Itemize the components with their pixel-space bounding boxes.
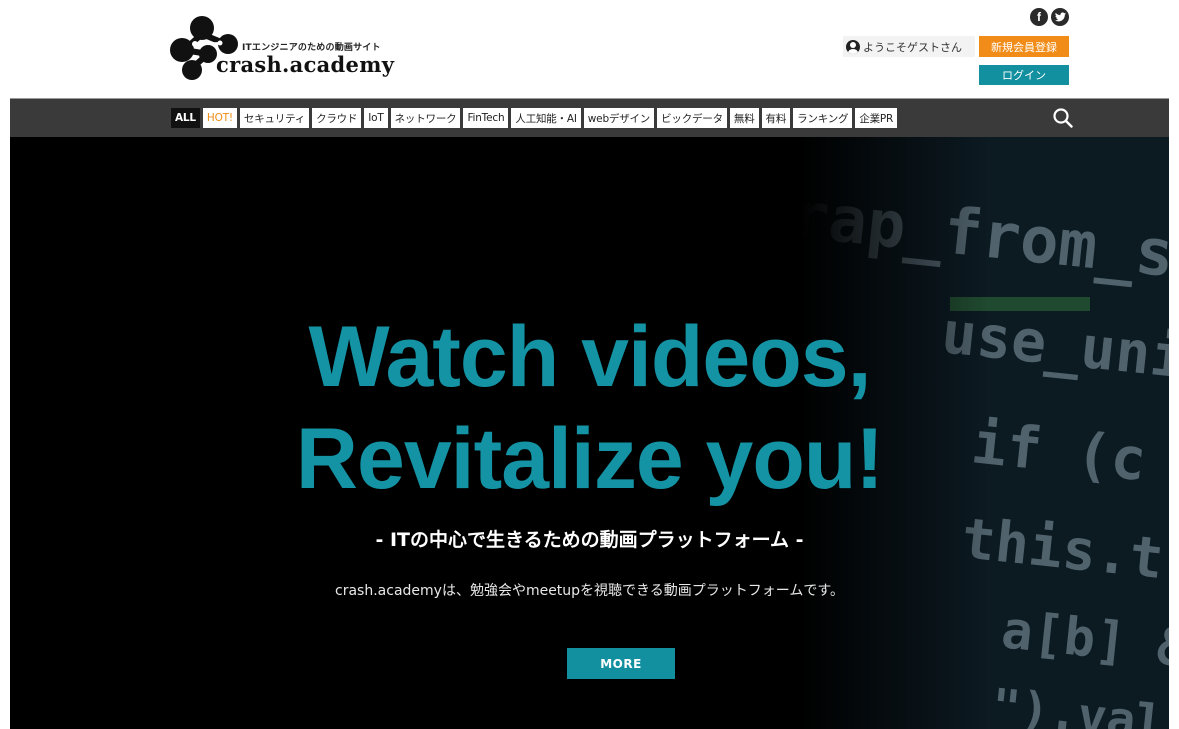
hero-title-line-2: Revitalize you!	[295, 411, 884, 507]
search-icon[interactable]	[1052, 107, 1074, 129]
nav-item-ai[interactable]: 人工知能・AI	[511, 108, 581, 128]
nav-item-all[interactable]: ALL	[171, 108, 200, 128]
nav-item-big-data[interactable]: ビックデータ	[657, 108, 727, 128]
hero-title-line-1: Watch videos,	[308, 309, 871, 405]
site-logo[interactable]: ITエンジニアのための動画サイト crash.academy	[170, 14, 400, 80]
welcome-text: ようこそゲストさん	[863, 40, 962, 54]
nav-item-paid[interactable]: 有料	[761, 108, 791, 128]
login-button[interactable]: ログイン	[979, 65, 1069, 85]
logo-name: crash.academy	[216, 52, 395, 77]
nav-item-network[interactable]: ネットワーク	[390, 108, 461, 128]
twitter-bird-icon	[1054, 12, 1066, 22]
nav-item-fintech[interactable]: FinTech	[463, 108, 509, 128]
more-button[interactable]: MORE	[567, 648, 675, 679]
category-list: ALL HOT! セキュリティ クラウド IoT ネットワーク FinTech …	[171, 108, 898, 128]
site-header: ITエンジニアのための動画サイト crash.academy f ようこそゲスト…	[0, 0, 1179, 98]
user-icon	[846, 39, 860, 54]
hero-subtitle: - ITの中心で生きるための動画プラットフォーム -	[375, 529, 804, 551]
category-nav: ALL HOT! セキュリティ クラウド IoT ネットワーク FinTech …	[10, 98, 1169, 137]
welcome-box: ようこそゲストさん	[843, 36, 975, 57]
social-links: f	[1030, 8, 1069, 26]
nav-item-corporate-pr[interactable]: 企業PR	[855, 108, 898, 128]
nav-item-free[interactable]: 無料	[729, 108, 759, 128]
hero-description: crash.academyは、勉強会やmeetupを視聴できる動画プラットフォー…	[335, 583, 844, 599]
nav-item-cloud[interactable]: クラウド	[312, 108, 362, 128]
hero-banner: wrap_from_string use_uniq if (c < 2 * th…	[10, 137, 1169, 729]
twitter-icon[interactable]	[1051, 8, 1069, 26]
nav-item-web-design[interactable]: webデザイン	[583, 108, 655, 128]
register-button[interactable]: 新規会員登録	[979, 36, 1069, 57]
nav-item-ranking[interactable]: ランキング	[793, 108, 853, 128]
nav-item-hot[interactable]: HOT!	[202, 108, 237, 128]
nav-item-security[interactable]: セキュリティ	[239, 108, 310, 128]
nav-item-iot[interactable]: IoT	[364, 108, 388, 128]
facebook-icon[interactable]: f	[1030, 8, 1048, 26]
